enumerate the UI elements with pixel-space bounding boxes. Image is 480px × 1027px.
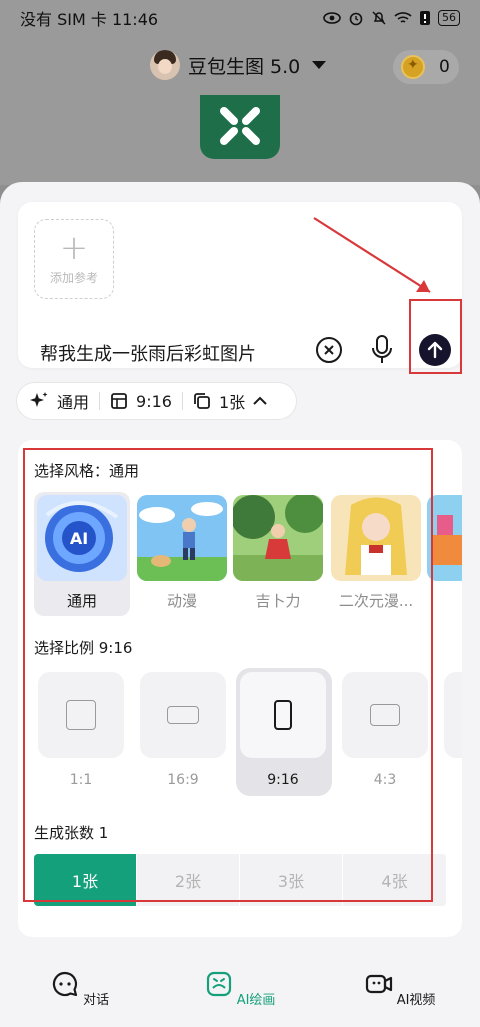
ratio-preview: [444, 672, 462, 758]
ai-video-icon: [365, 974, 392, 994]
chip-ratio[interactable]: 9:16: [110, 392, 172, 411]
mute-icon: [372, 11, 386, 25]
nav-chat-label: 对话: [83, 993, 110, 1008]
clear-button[interactable]: [316, 337, 342, 363]
chip-count-label: 1张: [218, 393, 246, 412]
close-icon: [324, 345, 334, 355]
ratio-item-more[interactable]: [440, 668, 462, 796]
add-reference-label: 添加参考: [49, 270, 98, 285]
alert-icon: [420, 11, 430, 25]
status-bar: 没有 SIM 卡 11:46 56: [0, 0, 480, 36]
bottom-nav: 对话 AI绘画 AI视频: [0, 956, 480, 1027]
battery-indicator: 56: [438, 10, 460, 26]
model-bar: 豆包生图 5.0 0: [0, 48, 480, 86]
microphone-button[interactable]: [370, 334, 394, 366]
nav-ai-video[interactable]: AI视频: [340, 970, 460, 1008]
app-logo: [200, 95, 280, 159]
nav-ai-video-label: AI视频: [396, 993, 436, 1008]
annotation-highlight-send: [409, 299, 462, 374]
chip-style[interactable]: 通用: [29, 389, 89, 413]
sparkle-icon: [30, 392, 48, 407]
annotation-highlight-options: [23, 448, 433, 902]
chip-ratio-label: 9:16: [136, 391, 172, 411]
ai-paint-icon: [206, 971, 231, 997]
chip-count[interactable]: 1张: [193, 389, 267, 413]
model-selector[interactable]: 豆包生图 5.0: [150, 50, 327, 80]
chip-style-label: 通用: [57, 393, 90, 412]
nav-ai-paint-label: AI绘画: [236, 993, 276, 1008]
wifi-icon: [394, 12, 412, 23]
divider: [181, 392, 183, 410]
plus-icon: +: [59, 227, 89, 268]
option-chip-bar[interactable]: 通用 9:16 1张: [16, 382, 297, 420]
chevron-up-icon: [253, 396, 267, 405]
coin-balance[interactable]: 0: [393, 50, 459, 84]
prompt-card: + 添加参考 帮我生成一张雨后彩虹图片: [18, 202, 462, 368]
copies-icon: [194, 393, 210, 409]
status-time: 没有 SIM 卡 11:46: [20, 10, 159, 29]
chat-icon: [52, 971, 78, 997]
status-icons: 56: [323, 10, 460, 26]
coin-icon: [401, 55, 425, 79]
eye-icon: [323, 12, 341, 24]
coin-count: 0: [439, 57, 450, 77]
microphone-icon: [372, 335, 392, 363]
ratio-icon: [111, 393, 127, 409]
avatar: [150, 50, 180, 80]
chevron-down-icon: [312, 61, 327, 69]
add-reference-button[interactable]: + 添加参考: [34, 219, 114, 299]
divider: [99, 392, 101, 410]
nav-ai-paint[interactable]: AI绘画: [180, 970, 300, 1008]
nav-chat[interactable]: 对话: [20, 970, 140, 1008]
prompt-input[interactable]: 帮我生成一张雨后彩虹图片: [40, 340, 256, 366]
model-name: 豆包生图 5.0: [188, 55, 301, 78]
alarm-icon: [349, 12, 363, 26]
